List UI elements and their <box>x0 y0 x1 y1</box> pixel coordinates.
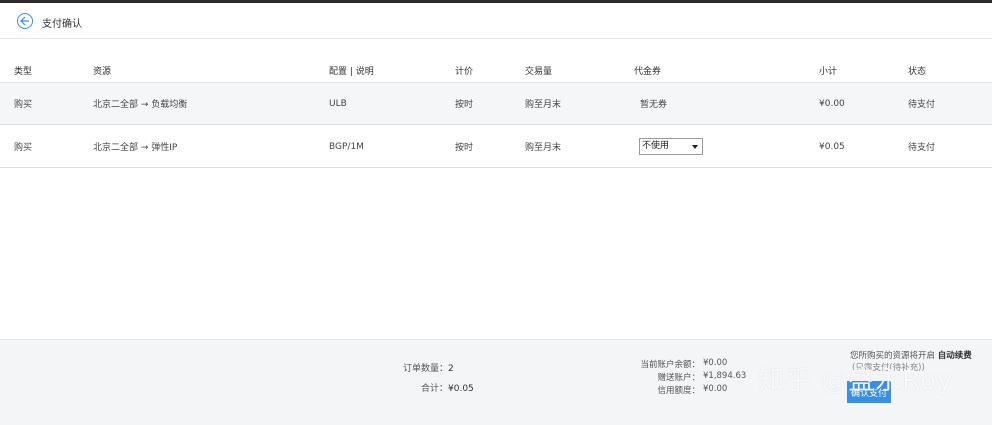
watermark-text: 知乎 @盛永Roy <box>758 366 954 396</box>
table-row: 购买 北京二全部 → 弹性IP BGP/1M 按时 购至月末 不使用 ¥0.05… <box>0 126 992 168</box>
order-total: 合计：¥0.05 <box>421 381 474 394</box>
row-type: 购买 <box>14 100 33 110</box>
column-header-pricing: 计价 <box>455 66 474 77</box>
balance-label: 当前账户余额： <box>640 360 700 370</box>
row-pricing: 按时 <box>455 143 474 153</box>
column-header-type: 类型 <box>14 66 33 77</box>
row-resource: 北京二全部 → 负载均衡 <box>93 100 188 110</box>
gift-account-label: 赠送账户： <box>657 373 700 383</box>
table-header: 类型 资源 配置 | 说明 计价 交易量 代金券 小计 状态 <box>0 58 992 83</box>
voucher-select-value: 不使用 <box>642 141 670 151</box>
row-pricing: 按时 <box>455 100 474 110</box>
credit-label: 信用额度： <box>657 386 700 396</box>
order-count-label: 订单数量： <box>403 364 449 374</box>
row-voucher: 暂无券 <box>640 100 668 110</box>
row-config: ULB <box>329 98 347 109</box>
column-header-voucher: 代金券 <box>634 66 662 77</box>
gift-account-value: ¥1,894.63 <box>703 371 747 381</box>
column-header-status: 状态 <box>908 66 927 77</box>
column-header-quantity: 交易量 <box>525 66 553 77</box>
row-type: 购买 <box>14 143 33 153</box>
row-subtotal: ¥0.05 <box>819 141 845 152</box>
order-count: 订单数量：2 <box>403 361 454 374</box>
table-row: 购买 北京二全部 → 负载均衡 ULB 按时 购至月末 暂无券 ¥0.00 待支… <box>0 83 992 125</box>
order-count-value: 2 <box>448 364 454 374</box>
row-quantity: 购至月末 <box>525 100 562 110</box>
chevron-down-icon <box>692 145 698 149</box>
row-resource: 北京二全部 → 弹性IP <box>93 143 178 153</box>
column-header-resource: 资源 <box>93 66 112 77</box>
credit-value: ¥0.00 <box>703 384 728 394</box>
row-quantity: 购至月末 <box>525 143 562 153</box>
balance-value: ¥0.00 <box>703 358 728 368</box>
column-header-subtotal: 小计 <box>819 66 838 77</box>
back-arrow-icon[interactable] <box>17 13 33 29</box>
row-status: 待支付 <box>908 100 936 110</box>
page-header: 支付确认 <box>0 3 992 39</box>
column-header-config: 配置 | 说明 <box>329 66 374 77</box>
order-total-value: ¥0.05 <box>448 384 474 394</box>
order-total-label: 合计： <box>421 384 449 394</box>
row-subtotal: ¥0.00 <box>819 98 845 109</box>
row-status: 待支付 <box>908 143 936 153</box>
voucher-select[interactable]: 不使用 <box>639 138 703 155</box>
row-config: BGP/1M <box>329 141 364 152</box>
page-title: 支付确认 <box>42 19 82 30</box>
